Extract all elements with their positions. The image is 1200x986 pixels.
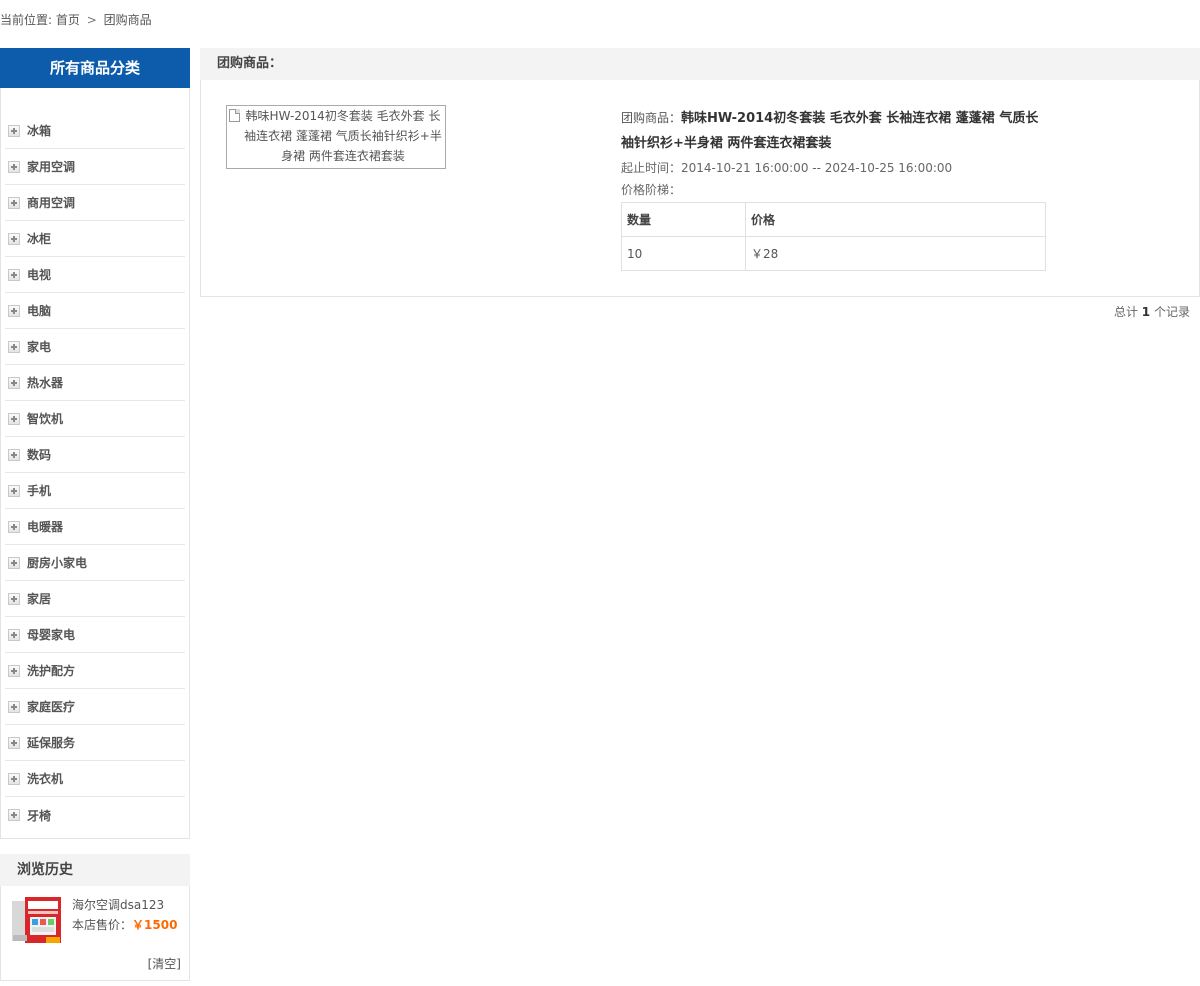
category-item[interactable]: 家居 <box>5 581 185 617</box>
expand-plus-icon[interactable] <box>8 124 20 137</box>
expand-plus-icon[interactable] <box>8 268 20 281</box>
expand-plus-icon[interactable] <box>8 556 20 569</box>
category-label[interactable]: 母婴家电 <box>27 626 75 643</box>
category-item[interactable]: 家庭医疗 <box>5 689 185 725</box>
category-item[interactable]: 洗衣机 <box>5 761 185 797</box>
record-total-count: 1 <box>1141 305 1151 319</box>
category-item[interactable]: 电脑 <box>5 293 185 329</box>
history-panel: 海尔空调dsa123 本店售价：￥1500 [清空] <box>0 886 190 981</box>
category-item[interactable]: 牙椅 <box>5 797 185 833</box>
product-image-alt-text: 韩味HW-2014初冬套装 毛衣外套 长袖连衣裙 蓬蓬裙 气质长袖针织衫+半身裙… <box>244 109 442 163</box>
expand-plus-icon[interactable] <box>8 592 20 605</box>
expand-plus-icon[interactable] <box>8 520 20 533</box>
record-total-prefix: 总计 <box>1113 305 1138 319</box>
expand-plus-icon[interactable] <box>8 160 20 173</box>
expand-plus-icon[interactable] <box>8 196 20 209</box>
category-item[interactable]: 手机 <box>5 473 185 509</box>
history-title: 浏览历史 <box>0 854 190 886</box>
category-label[interactable]: 家居 <box>27 590 51 607</box>
category-label[interactable]: 洗护配方 <box>27 662 75 679</box>
record-total: 总计 1 个记录 <box>1114 303 1190 320</box>
expand-plus-icon[interactable] <box>8 772 20 785</box>
history-price: ￥1500 <box>132 918 178 932</box>
category-item[interactable]: 母婴家电 <box>5 617 185 653</box>
expand-plus-icon[interactable] <box>8 484 20 497</box>
history-product-thumbnail[interactable] <box>10 895 63 948</box>
breadcrumb: 当前位置: 首页 > 团购商品 <box>0 12 152 28</box>
category-panel-title: 所有商品分类 <box>0 48 190 88</box>
product-image[interactable]: 韩味HW-2014初冬套装 毛衣外套 长袖连衣裙 蓬蓬裙 气质长袖针织衫+半身裙… <box>226 105 446 169</box>
category-item[interactable]: 数码 <box>5 437 185 473</box>
history-price-label: 本店售价： <box>72 918 133 932</box>
breadcrumb-home-link[interactable]: 首页 <box>56 13 80 27</box>
category-item[interactable]: 延保服务 <box>5 725 185 761</box>
category-label[interactable]: 厨房小家电 <box>27 554 87 571</box>
category-item[interactable]: 家电 <box>5 329 185 365</box>
category-item[interactable]: 电暖器 <box>5 509 185 545</box>
expand-plus-icon[interactable] <box>8 664 20 677</box>
expand-plus-icon[interactable] <box>8 628 20 641</box>
category-label[interactable]: 电视 <box>27 266 51 283</box>
category-label[interactable]: 牙椅 <box>27 807 51 824</box>
expand-plus-icon[interactable] <box>8 304 20 317</box>
expand-plus-icon[interactable] <box>8 376 20 389</box>
clear-history-link[interactable]: [清空] <box>148 955 181 972</box>
category-item[interactable]: 冰箱 <box>5 113 185 149</box>
record-total-suffix: 个记录 <box>1153 305 1190 319</box>
category-label[interactable]: 电脑 <box>27 302 51 319</box>
category-list: 冰箱 家用空调 商用空调 冰柜 电视 电脑 家电 热水器 智饮机 数码 手机 电… <box>5 113 185 833</box>
breadcrumb-current: 团购商品 <box>103 13 152 27</box>
broken-image-icon <box>229 109 240 122</box>
category-item[interactable]: 冰柜 <box>5 221 185 257</box>
category-label[interactable]: 智饮机 <box>27 410 63 427</box>
product-info: 团购商品：韩味HW-2014初冬套装 毛衣外套 长袖连衣裙 蓬蓬裙 气质长袖针织… <box>621 106 1046 271</box>
category-item[interactable]: 热水器 <box>5 365 185 401</box>
main-section-title: 团购商品： <box>200 48 1200 80</box>
history-product-name[interactable]: 海尔空调dsa123 <box>72 896 164 913</box>
category-item[interactable]: 厨房小家电 <box>5 545 185 581</box>
history-price-row: 本店售价：￥1500 <box>72 916 177 933</box>
product-title-prefix: 团购商品： <box>621 111 682 125</box>
category-label[interactable]: 电暖器 <box>27 518 63 535</box>
product-title: 团购商品：韩味HW-2014初冬套装 毛衣外套 长袖连衣裙 蓬蓬裙 气质长袖针织… <box>621 106 1046 156</box>
expand-plus-icon[interactable] <box>8 809 20 821</box>
expand-plus-icon[interactable] <box>8 232 20 245</box>
chevron-right-icon: > <box>86 13 97 27</box>
table-row: 10 ￥28 <box>621 236 1046 271</box>
tier-quantity-cell: 10 <box>621 236 746 271</box>
category-label[interactable]: 洗衣机 <box>27 770 63 787</box>
category-label[interactable]: 商用空调 <box>27 194 75 211</box>
column-header-quantity: 数量 <box>621 202 746 237</box>
column-header-price: 价格 <box>745 202 1046 237</box>
expand-plus-icon[interactable] <box>8 412 20 425</box>
expand-plus-icon[interactable] <box>8 448 20 461</box>
category-item[interactable]: 电视 <box>5 257 185 293</box>
expand-plus-icon[interactable] <box>8 700 20 713</box>
category-label[interactable]: 延保服务 <box>27 734 75 751</box>
expand-plus-icon[interactable] <box>8 340 20 353</box>
category-label[interactable]: 热水器 <box>27 374 63 391</box>
category-label[interactable]: 数码 <box>27 446 51 463</box>
expand-plus-icon[interactable] <box>8 736 20 749</box>
table-header-row: 数量 价格 <box>621 202 1046 237</box>
category-label[interactable]: 家庭医疗 <box>27 698 75 715</box>
category-label[interactable]: 家电 <box>27 338 51 355</box>
product-name-link[interactable]: 韩味HW-2014初冬套装 毛衣外套 长袖连衣裙 蓬蓬裙 气质长袖针织衫+半身裙… <box>621 111 1038 151</box>
tier-price-cell: ￥28 <box>745 236 1046 271</box>
category-label[interactable]: 手机 <box>27 482 51 499</box>
category-panel: 所有商品分类 冰箱 家用空调 商用空调 冰柜 电视 电脑 家电 热水器 智饮机 … <box>0 48 190 839</box>
category-item[interactable]: 家用空调 <box>5 149 185 185</box>
category-item[interactable]: 智饮机 <box>5 401 185 437</box>
category-label[interactable]: 家用空调 <box>27 158 75 175</box>
group-buy-panel: 韩味HW-2014初冬套装 毛衣外套 长袖连衣裙 蓬蓬裙 气质长袖针织衫+半身裙… <box>200 80 1200 297</box>
category-label[interactable]: 冰柜 <box>27 230 51 247</box>
price-tier-label: 价格阶梯： <box>621 183 682 197</box>
category-item[interactable]: 商用空调 <box>5 185 185 221</box>
category-item[interactable]: 洗护配方 <box>5 653 185 689</box>
price-tier-table: 数量 价格 10 ￥28 <box>621 202 1046 271</box>
breadcrumb-prefix: 当前位置: <box>0 13 53 27</box>
category-label[interactable]: 冰箱 <box>27 122 51 139</box>
product-time-range: 起止时间：2014-10-21 16:00:00 -- 2024-10-25 1… <box>621 161 953 175</box>
